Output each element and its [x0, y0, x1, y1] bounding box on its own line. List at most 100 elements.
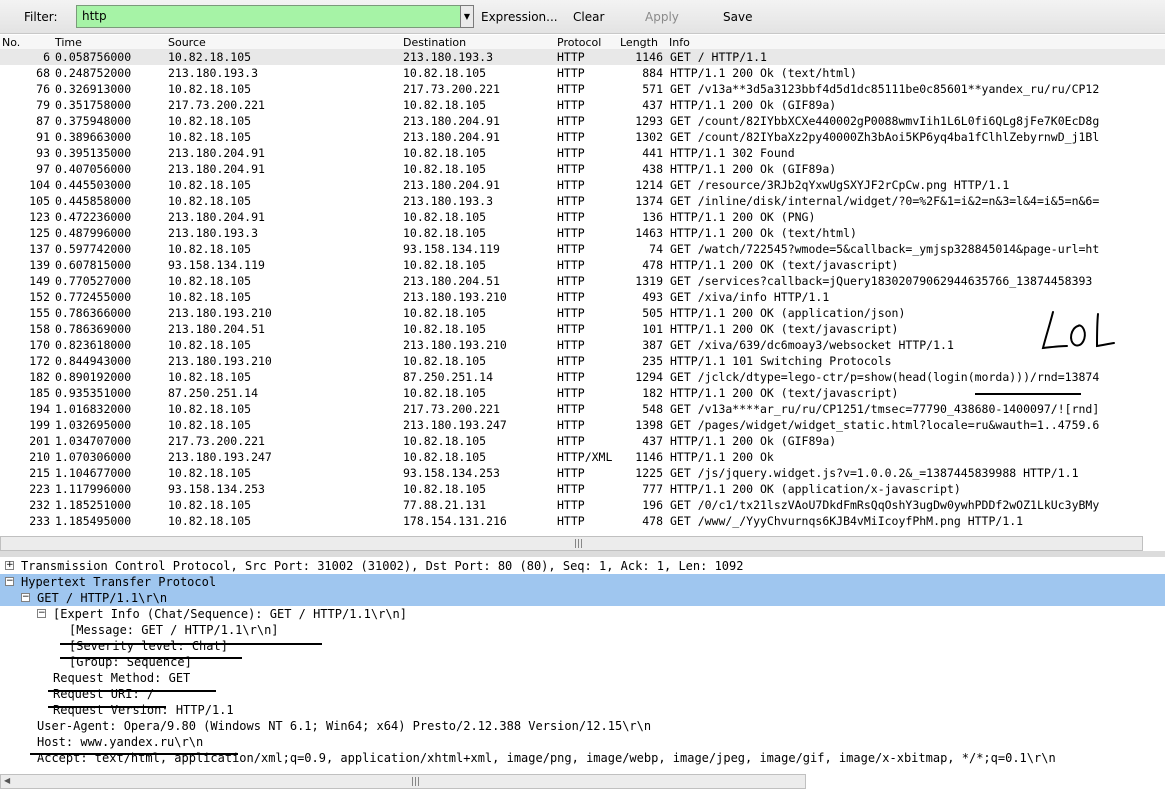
packet-info: HTTP/1.1 200 OK (text/javascript)	[670, 386, 899, 400]
packet-time: 0.389663000	[55, 130, 132, 144]
scrollbar-grip[interactable]: |||	[574, 539, 583, 549]
packet-row[interactable]: 87 0.375948000 10.82.18.105 213.180.204.91 H…	[0, 113, 1165, 129]
packet-length: 1294	[635, 370, 663, 384]
detail-tree-item[interactable]: − [Expert Info (Chat/Sequence): GET / HTT…	[0, 606, 1165, 622]
packet-row[interactable]: 223 1.117996000 93.158.134.253 10.82.18.105…	[0, 481, 1165, 497]
packet-info: GET /www/_/YyyChvurnqs6KJB4vMiIcoyfPhM.p…	[670, 514, 1024, 528]
scroll-left-icon[interactable]: ◀	[4, 776, 10, 785]
packet-info: GET /pages/widget/widget_static.html?loc…	[670, 418, 1100, 432]
packet-row[interactable]: 6 0.058756000 10.82.18.105 213.180.193.3 HTT…	[0, 49, 1165, 65]
packet-length: 1302	[635, 130, 663, 144]
filter-dropdown-button[interactable]: ▼	[460, 5, 474, 28]
collapse-icon[interactable]: −	[5, 577, 14, 586]
packet-info: GET /services?callback=jQuery18302079062…	[670, 274, 1093, 288]
packet-row[interactable]: 79 0.351758000 217.73.200.221 10.82.18.105 H…	[0, 97, 1165, 113]
packet-info: GET /0/c1/tx21lszVAoU7DkdFmRsQqOshY3ugDw…	[670, 498, 1100, 512]
packet-source: 10.82.18.105	[168, 466, 252, 480]
packet-protocol: HTTP	[557, 482, 585, 496]
column-destination[interactable]: Destination	[403, 36, 466, 49]
packet-row[interactable]: 125 0.487996000 213.180.193.3 10.82.18.105 H…	[0, 225, 1165, 241]
expand-icon[interactable]: +	[5, 561, 14, 570]
packet-row[interactable]: 91 0.389663000 10.82.18.105 213.180.204.91 H…	[0, 129, 1165, 145]
display-filter-input[interactable]: http	[76, 5, 461, 28]
packet-time: 0.351758000	[55, 98, 132, 112]
packet-row[interactable]: 172 0.844943000 213.180.193.210 10.82.18.10…	[0, 353, 1165, 369]
detail-tree-item[interactable]: Request Method: GET	[0, 670, 1165, 686]
packet-row[interactable]: 149 0.770527000 10.82.18.105 213.180.204.51…	[0, 273, 1165, 289]
packet-row[interactable]: 152 0.772455000 10.82.18.105 213.180.193.21…	[0, 289, 1165, 305]
packet-row[interactable]: 105 0.445858000 10.82.18.105 213.180.193.3 H…	[0, 193, 1165, 209]
packet-time: 0.326913000	[55, 82, 132, 96]
detail-tree-item[interactable]: Request Version: HTTP/1.1	[0, 702, 1165, 718]
packet-destination: 10.82.18.105	[403, 450, 487, 464]
detail-tree-item[interactable]: [Severity level: Chat]	[0, 638, 1165, 654]
packet-row[interactable]: 93 0.395135000 213.180.204.91 10.82.18.105 H…	[0, 145, 1165, 161]
packet-length: 1374	[635, 194, 663, 208]
column-protocol[interactable]: Protocol	[557, 36, 601, 49]
column-time[interactable]: Time	[55, 36, 82, 49]
save-button[interactable]: Save	[723, 10, 752, 24]
packet-row[interactable]: 210 1.070306000 213.180.193.247 10.82.18.10…	[0, 449, 1165, 465]
packet-row[interactable]: 194 1.016832000 10.82.18.105 217.73.200.221…	[0, 401, 1165, 417]
packet-destination: 217.73.200.221	[403, 402, 500, 416]
packet-row[interactable]: 155 0.786366000 213.180.193.210 10.82.18.10…	[0, 305, 1165, 321]
packet-row[interactable]: 139 0.607815000 93.158.134.119 10.82.18.105…	[0, 257, 1165, 273]
packet-row[interactable]: 137 0.597742000 10.82.18.105 93.158.134.119…	[0, 241, 1165, 257]
detail-tree-item[interactable]: + Transmission Control Protocol, Src Port…	[0, 558, 1165, 574]
column-info[interactable]: Info	[669, 36, 690, 49]
detail-tree-item[interactable]: − Hypertext Transfer Protocol	[0, 574, 1165, 590]
column-length[interactable]: Length	[620, 36, 658, 49]
packet-row[interactable]: 97 0.407056000 213.180.204.91 10.82.18.105 H…	[0, 161, 1165, 177]
packet-length: 437	[642, 98, 663, 112]
packet-list-hscrollbar[interactable]: |||	[0, 536, 1143, 551]
packet-protocol: HTTP	[557, 402, 585, 416]
scrollbar-grip[interactable]: |||	[411, 777, 420, 787]
packet-row[interactable]: 215 1.104677000 10.82.18.105 93.158.134.253…	[0, 465, 1165, 481]
packet-row[interactable]: 123 0.472236000 213.180.204.91 10.82.18.105…	[0, 209, 1165, 225]
packet-row[interactable]: 233 1.185495000 10.82.18.105 178.154.131.21…	[0, 513, 1165, 529]
detail-tree-item[interactable]: Host: www.yandex.ru\r\n	[0, 734, 1165, 750]
packet-no: 170	[29, 338, 50, 352]
packet-list[interactable]: 6 0.058756000 10.82.18.105 213.180.193.3 HTT…	[0, 49, 1165, 529]
packet-time: 0.375948000	[55, 114, 132, 128]
packet-destination: 93.158.134.119	[403, 242, 500, 256]
packet-info: GET / HTTP/1.1	[670, 50, 767, 64]
detail-tree-item[interactable]: − GET / HTTP/1.1\r\n	[0, 590, 1165, 606]
pane-splitter[interactable]	[0, 551, 1165, 557]
packet-no: 233	[29, 514, 50, 528]
packet-row[interactable]: 68 0.248752000 213.180.193.3 10.82.18.105 HT…	[0, 65, 1165, 81]
collapse-icon[interactable]: −	[21, 593, 30, 602]
packet-time: 1.032695000	[55, 418, 132, 432]
packet-row[interactable]: 158 0.786369000 213.180.204.51 10.82.18.105…	[0, 321, 1165, 337]
packet-source: 213.180.193.247	[168, 450, 272, 464]
packet-row[interactable]: 232 1.185251000 10.82.18.105 77.88.21.131 HT…	[0, 497, 1165, 513]
packet-source: 10.82.18.105	[168, 242, 252, 256]
packet-row[interactable]: 182 0.890192000 10.82.18.105 87.250.251.14 H…	[0, 369, 1165, 385]
packet-row[interactable]: 104 0.445503000 10.82.18.105 213.180.204.91…	[0, 177, 1165, 193]
packet-destination: 10.82.18.105	[403, 258, 487, 272]
collapse-icon[interactable]: −	[37, 609, 46, 618]
detail-tree-item[interactable]: Request URI: /	[0, 686, 1165, 702]
packet-time: 0.607815000	[55, 258, 132, 272]
detail-text: User-Agent: Opera/9.80 (Windows NT 6.1; …	[37, 719, 652, 733]
apply-button[interactable]: Apply	[645, 10, 679, 24]
packet-time: 1.104677000	[55, 466, 132, 480]
packet-row[interactable]: 199 1.032695000 10.82.18.105 213.180.193.24…	[0, 417, 1165, 433]
packet-protocol: HTTP	[557, 498, 585, 512]
column-no[interactable]: No.	[2, 36, 20, 49]
detail-tree-item[interactable]: [Message: GET / HTTP/1.1\r\n]	[0, 622, 1165, 638]
detail-tree-item[interactable]: User-Agent: Opera/9.80 (Windows NT 6.1; …	[0, 718, 1165, 734]
clear-button[interactable]: Clear	[573, 10, 604, 24]
packet-row[interactable]: 170 0.823618000 10.82.18.105 213.180.193.21…	[0, 337, 1165, 353]
annotation-underline	[60, 643, 322, 645]
details-hscrollbar[interactable]: ◀ |||	[0, 774, 806, 789]
packet-length: 182	[642, 386, 663, 400]
column-source[interactable]: Source	[168, 36, 206, 49]
packet-details-tree[interactable]: + Transmission Control Protocol, Src Port…	[0, 558, 1165, 772]
expression-button[interactable]: Expression...	[481, 10, 558, 24]
packet-destination: 77.88.21.131	[403, 498, 487, 512]
packet-row[interactable]: 76 0.326913000 10.82.18.105 217.73.200.221 H…	[0, 81, 1165, 97]
packet-time: 0.058756000	[55, 50, 132, 64]
packet-row[interactable]: 201 1.034707000 217.73.200.221 10.82.18.105…	[0, 433, 1165, 449]
packet-protocol: HTTP	[557, 514, 585, 528]
